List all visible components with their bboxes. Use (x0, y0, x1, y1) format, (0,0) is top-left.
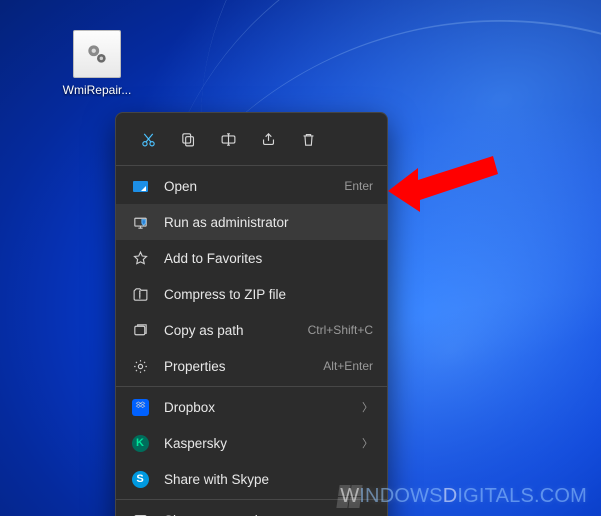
menu-label: Kaspersky (164, 436, 362, 451)
menu-item-properties[interactable]: Properties Alt+Enter (116, 348, 387, 384)
copy-path-icon (130, 320, 150, 340)
shortcut-hint: Enter (344, 179, 373, 193)
copy-icon (180, 131, 197, 148)
open-icon (130, 176, 150, 196)
menu-item-copy-path[interactable]: Copy as path Ctrl+Shift+C (116, 312, 387, 348)
separator (116, 165, 387, 166)
desktop-file-label: WmiRepair... (58, 83, 136, 97)
copy-button[interactable] (170, 123, 206, 155)
chevron-right-icon: 〉 (362, 435, 373, 451)
cut-icon (140, 131, 157, 148)
more-options-icon (130, 510, 150, 516)
menu-item-open[interactable]: Open Enter (116, 168, 387, 204)
zip-icon (130, 284, 150, 304)
quick-actions-row (116, 119, 387, 163)
chevron-right-icon: 〉 (362, 399, 373, 415)
share-button[interactable] (250, 123, 286, 155)
menu-item-favorites[interactable]: Add to Favorites (116, 240, 387, 276)
menu-label: Copy as path (164, 323, 308, 338)
separator (116, 386, 387, 387)
menu-label: Open (164, 179, 344, 194)
skype-icon: S (130, 469, 150, 489)
menu-label: Properties (164, 359, 323, 374)
desktop-background: WmiRepair... Open Enter (0, 0, 601, 516)
properties-icon (130, 356, 150, 376)
menu-label: Compress to ZIP file (164, 287, 373, 302)
shortcut-hint: Ctrl+Shift+C (308, 323, 373, 337)
cut-button[interactable] (130, 123, 166, 155)
desktop-file-icon[interactable]: WmiRepair... (58, 30, 136, 97)
rename-button[interactable] (210, 123, 246, 155)
context-menu: Open Enter Run as administrator Add to F… (115, 112, 388, 516)
shortcut-hint: Alt+Enter (323, 359, 373, 373)
menu-item-kaspersky[interactable]: K Kaspersky 〉 (116, 425, 387, 461)
menu-item-compress[interactable]: Compress to ZIP file (116, 276, 387, 312)
dropbox-icon (130, 397, 150, 417)
menu-item-dropbox[interactable]: Dropbox 〉 (116, 389, 387, 425)
menu-label: Run as administrator (164, 215, 373, 230)
bat-file-icon (73, 30, 121, 78)
delete-button[interactable] (290, 123, 326, 155)
share-icon (260, 131, 277, 148)
watermark-text: WINDOWSDIGITALS.COM (340, 485, 587, 508)
delete-icon (300, 131, 317, 148)
menu-item-run-admin[interactable]: Run as administrator (116, 204, 387, 240)
menu-label: Show more options (164, 513, 373, 516)
rename-icon (220, 131, 237, 148)
menu-label: Add to Favorites (164, 251, 373, 266)
menu-label: Dropbox (164, 400, 362, 415)
kaspersky-icon: K (130, 433, 150, 453)
shield-icon (130, 212, 150, 232)
star-icon (130, 248, 150, 268)
